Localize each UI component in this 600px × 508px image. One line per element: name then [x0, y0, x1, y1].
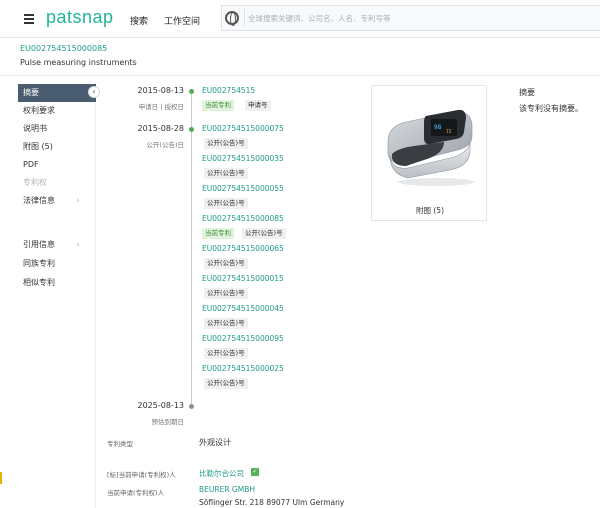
publication-number-link[interactable]: EU002754515000055 [202, 184, 284, 193]
menu-icon[interactable] [24, 14, 34, 24]
number-type-tag: 申请号 [245, 100, 271, 111]
timeline-line [191, 92, 192, 406]
chevron-right-icon: › [76, 240, 80, 250]
publication-number-link[interactable]: EU002754515000015 [202, 274, 284, 283]
svg-text:72: 72 [446, 129, 452, 135]
nav-search[interactable]: 搜索 [130, 14, 148, 27]
publication-number-link[interactable]: EU002754515000095 [202, 334, 284, 343]
number-type-tag: 公开(公告)号 [204, 378, 248, 389]
timeline-date: 2025-08-13 [137, 401, 185, 410]
applicant-address: Söflinger Str. 218 89077 Ulm Germany [199, 498, 345, 507]
original-applicant-label: [标]当前申请(专利权)人 [107, 471, 176, 479]
abstract-text: 该专利没有摘要。 [519, 104, 583, 113]
number-type-tag: 公开(公告)号 [204, 168, 248, 179]
number-type-tag: 公开(公告)号 [204, 138, 248, 149]
chevron-right-icon: › [76, 196, 80, 206]
number-type-tag: 公开(公告)号 [204, 198, 248, 209]
timeline-date-label: 申请日 | 授权日 [138, 103, 184, 111]
sidebar-item-claims[interactable]: 权利要求 [18, 102, 96, 120]
number-type-tag: 公开(公告)号 [204, 348, 248, 359]
svg-text:98: 98 [434, 124, 442, 131]
timeline-dot [189, 89, 194, 94]
sidebar-item-family[interactable]: 同族专利 [18, 255, 96, 273]
application-number-link[interactable]: EU002754515 [202, 86, 255, 95]
title-divider [0, 75, 600, 76]
number-type-tag: 公开(公告)号 [204, 258, 248, 269]
patent-title: Pulse measuring instruments [20, 58, 137, 67]
edge-marker [0, 472, 2, 484]
number-type-tag: 公开(公告)号 [204, 288, 248, 299]
section-sidebar: 摘要 权利要求 说明书 附图 (5) PDF 专利权 法律信息 › 引用信息 › 同… [14, 82, 96, 508]
current-patent-badge: 当前专利 [202, 100, 234, 111]
number-type-tag: 公开(公告)号 [204, 318, 248, 329]
pulse-oximeter-image: 98 72 [387, 109, 474, 186]
top-header: patsnap 搜索 工作空间 全球搜索关键词、公司名、人名、专利号等 [0, 0, 600, 38]
timeline-date-label: 公开(公告)日 [146, 141, 184, 149]
chevron-left-icon: ‹ [92, 87, 96, 96]
sidebar-item-similar[interactable]: 相似专利 [18, 274, 96, 292]
verified-icon: ✓ [251, 468, 259, 476]
timeline-date-label: 预估到期日 [151, 418, 185, 426]
original-applicant-link[interactable]: 比勒尔合公司 [199, 468, 244, 479]
sidebar-item-abstract[interactable]: 摘要 [18, 84, 96, 102]
number-type-tag: 公开(公告)号 [242, 228, 286, 239]
patent-number[interactable]: EU002754515000085 [20, 44, 107, 53]
search-input[interactable]: 全球搜索关键词、公司名、人名、专利号等 [248, 13, 391, 24]
sidebar-item-citations[interactable]: 引用信息 › [18, 236, 96, 254]
collapse-sidebar-button[interactable]: ‹ [88, 86, 100, 98]
abstract-heading: 摘要 [519, 88, 535, 97]
sidebar-item-pdf[interactable]: PDF [18, 156, 96, 174]
timeline-dot [189, 404, 194, 409]
current-patent-badge: 当前专利 [202, 228, 234, 239]
sidebar-item-description[interactable]: 说明书 [18, 120, 96, 138]
publication-number-link[interactable]: EU002754515000035 [202, 154, 284, 163]
publication-number-link[interactable]: EU002754515000085 [202, 214, 284, 223]
publication-number-link[interactable]: EU002754515000065 [202, 244, 284, 253]
timeline-date: 2015-08-13 [137, 86, 185, 95]
patsnap-logo[interactable]: patsnap [46, 7, 114, 28]
nav-workspace[interactable]: 工作空间 [164, 14, 200, 27]
drawing-thumbnail-card[interactable]: 98 72 附图 (5) [371, 85, 487, 221]
current-applicant-label: 当前申请(专利权)人 [107, 489, 165, 497]
globe-icon[interactable] [225, 11, 239, 26]
publication-number-link[interactable]: EU002754515000075 [202, 124, 284, 133]
search-divider [244, 8, 245, 27]
patent-type-label: 专利类型 [107, 440, 133, 448]
sidebar-item-legal-info[interactable]: 法律信息 › [18, 192, 96, 210]
drawing-caption: 附图 (5) [415, 206, 444, 215]
sidebar-item-patent-rights: 专利权 [23, 178, 47, 187]
sidebar-item-drawings[interactable]: 附图 (5) [18, 138, 96, 156]
publication-number-link[interactable]: EU002754515000045 [202, 304, 284, 313]
current-applicant-link[interactable]: BEURER GMBH [199, 485, 255, 494]
publication-number-link[interactable]: EU002754515000025 [202, 364, 284, 373]
timeline-dot [189, 127, 194, 132]
timeline-date: 2015-08-28 [137, 124, 185, 133]
patent-type-value: 外观设计 [199, 438, 231, 447]
